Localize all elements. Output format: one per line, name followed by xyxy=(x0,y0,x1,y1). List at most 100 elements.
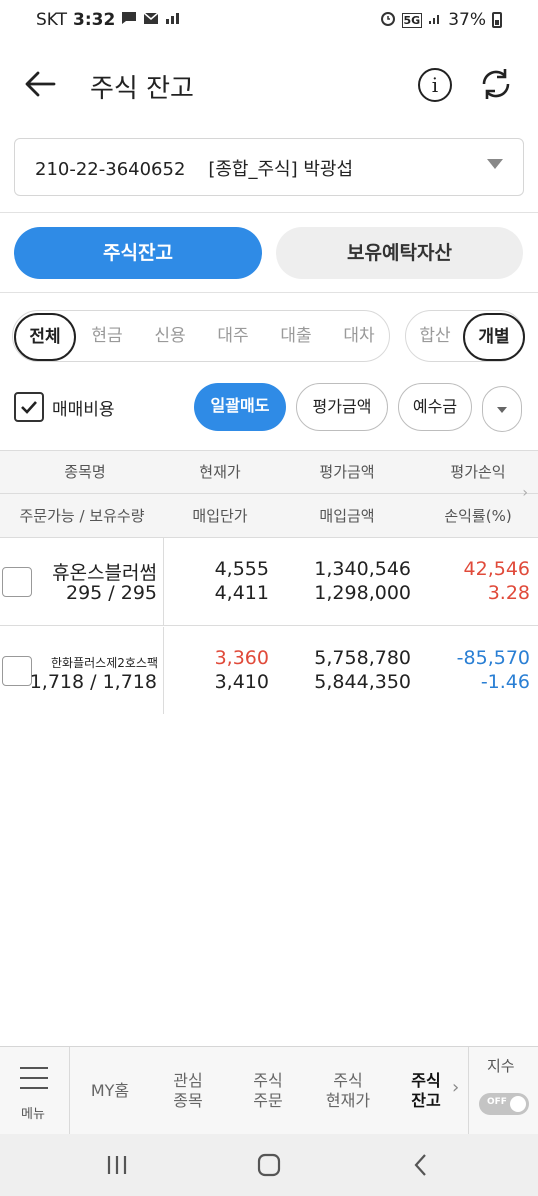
index-toggle[interactable]: OFF xyxy=(479,1093,529,1115)
account-info: 210-22-3640652 [종합_주식] 박광섭 xyxy=(35,155,353,181)
info-button[interactable]: i xyxy=(418,68,452,102)
status-bar: SKT 3:32 5G 37% xyxy=(0,0,538,44)
account-selector[interactable]: 210-22-3640652 [종합_주식] 박광섭 xyxy=(14,138,524,196)
back-button[interactable] xyxy=(20,64,60,104)
table-empty-area xyxy=(0,714,538,1046)
hamburger-icon xyxy=(20,1087,48,1089)
hamburger-icon xyxy=(20,1067,48,1069)
signal-icon xyxy=(428,11,442,29)
row-checkbox[interactable] xyxy=(2,656,32,686)
deposit-button[interactable]: 예수금 xyxy=(398,383,472,431)
filter-all[interactable]: 전체 xyxy=(14,313,76,361)
column-separator xyxy=(163,627,164,715)
clock: 3:32 xyxy=(73,10,116,30)
header-buy-price: 매입단가 xyxy=(192,507,248,525)
eval-profit: -85,570 xyxy=(456,647,530,669)
profit-rate: -1.46 xyxy=(480,671,530,693)
menu-button[interactable]: 메뉴 xyxy=(0,1047,70,1135)
section-divider xyxy=(0,212,538,213)
bottom-navigation: 메뉴 MY홈 관심 종목 주식 주문 주식 현재가 주식 잔고 › 지수 OFF xyxy=(0,1046,538,1135)
app-header: 주식 잔고 i xyxy=(0,56,538,116)
filter-credit[interactable]: 신용 xyxy=(144,311,196,363)
message-icon xyxy=(121,11,137,29)
home-icon xyxy=(257,1153,281,1177)
buy-price: 4,411 xyxy=(214,582,269,604)
home-button[interactable] xyxy=(256,1152,282,1182)
nav-scroll-right-icon[interactable]: › xyxy=(452,1077,459,1098)
checkmark-icon xyxy=(21,401,37,414)
current-price: 4,555 xyxy=(214,558,269,580)
current-price: 3,360 xyxy=(214,647,269,669)
alarm-icon xyxy=(380,10,396,30)
view-combined[interactable]: 합산 xyxy=(409,311,461,363)
section-divider xyxy=(0,292,538,293)
nav-stock-price[interactable]: 주식 현재가 xyxy=(312,1047,384,1135)
eval-amount-button[interactable]: 평가금액 xyxy=(296,383,388,431)
account-number: 210-22-3640652 xyxy=(35,159,186,180)
filter-loan[interactable]: 대출 xyxy=(270,311,322,363)
row-checkbox[interactable] xyxy=(2,567,32,597)
buy-price: 3,410 xyxy=(214,671,269,693)
index-label: 지수 xyxy=(487,1057,515,1075)
nav-stock-order[interactable]: 주식 주문 xyxy=(234,1047,302,1135)
header-eval-amount: 평가금액 xyxy=(319,463,375,481)
refresh-button[interactable] xyxy=(476,64,516,104)
back-chevron-icon xyxy=(414,1154,426,1176)
scroll-right-icon[interactable]: › xyxy=(522,485,528,501)
stock-qty: 295 / 295 xyxy=(65,582,157,604)
status-right: 5G 37% xyxy=(380,10,502,30)
header-profit-rate: 손익률(%) xyxy=(444,507,512,525)
sell-all-button[interactable]: 일괄매도 xyxy=(194,383,286,431)
nav-stock-balance[interactable]: 주식 잔고 xyxy=(394,1047,458,1135)
chevron-down-icon xyxy=(497,407,507,413)
recent-apps-icon xyxy=(107,1156,127,1174)
fee-checkbox[interactable] xyxy=(14,392,44,422)
balance-type-filter: 전체 현금 신용 대주 대출 대차 xyxy=(12,310,390,362)
hamburger-icon xyxy=(20,1077,48,1079)
table-header: 종목명 현재가 평가금액 평가손익 › 주문가능 / 보유수량 매입단가 매입금… xyxy=(0,450,538,538)
network-type: 5G xyxy=(401,12,423,28)
refresh-icon xyxy=(482,69,510,99)
eval-amount: 1,340,546 xyxy=(314,558,411,580)
table-row[interactable]: 한화플러스제2호스팩 1,718 / 1,718 3,360 3,410 5,7… xyxy=(0,627,538,715)
stock-name: 한화플러스제2호스팩 xyxy=(51,656,158,670)
nav-watchlist[interactable]: 관심 종목 xyxy=(154,1047,222,1135)
table-row[interactable]: 휴온스블러썸 295 / 295 4,555 4,411 1,340,546 1… xyxy=(0,538,538,626)
page-title: 주식 잔고 xyxy=(90,74,194,104)
index-panel: 지수 OFF xyxy=(468,1047,538,1135)
header-current-price: 현재가 xyxy=(199,463,241,481)
more-options-button[interactable] xyxy=(482,386,522,432)
stock-name: 휴온스블러썸 xyxy=(52,562,157,584)
eval-amount: 5,758,780 xyxy=(314,647,411,669)
profit-rate: 3.28 xyxy=(487,582,530,604)
battery-percent: 37% xyxy=(448,10,486,30)
filter-lending[interactable]: 대차 xyxy=(333,311,385,363)
back-arrow-icon xyxy=(25,71,56,97)
tab-deposit-assets[interactable]: 보유예탁자산 xyxy=(276,227,523,279)
carrier-label: SKT xyxy=(36,10,68,30)
filter-cash[interactable]: 현금 xyxy=(81,311,133,363)
header-row-line xyxy=(0,493,538,494)
dropdown-caret-icon xyxy=(487,159,503,169)
view-mode-toggle: 합산 개별 xyxy=(405,310,525,362)
account-type: [종합_주식] xyxy=(208,159,298,180)
tab-stock-balance[interactable]: 주식잔고 xyxy=(14,227,262,279)
filter-short-sale[interactable]: 대주 xyxy=(207,311,259,363)
mail-icon xyxy=(143,11,159,29)
eval-profit: 42,546 xyxy=(463,558,530,580)
stock-qty: 1,718 / 1,718 xyxy=(29,671,157,693)
header-buy-amount: 매입금액 xyxy=(319,507,375,525)
account-owner: 박광섭 xyxy=(303,159,354,180)
stock-app-icon xyxy=(165,11,181,29)
back-system-button[interactable] xyxy=(408,1152,434,1182)
info-icon: i xyxy=(431,73,439,97)
fee-checkbox-label: 매매비용 xyxy=(52,400,115,420)
recent-apps-button[interactable] xyxy=(104,1152,130,1182)
view-individual[interactable]: 개별 xyxy=(463,313,525,361)
nav-my-home[interactable]: MY홈 xyxy=(76,1047,144,1135)
menu-label: 메뉴 xyxy=(21,1107,45,1122)
toggle-knob xyxy=(510,1096,526,1112)
system-navigation xyxy=(0,1134,538,1196)
battery-icon xyxy=(492,12,502,28)
toggle-state: OFF xyxy=(487,1097,507,1107)
